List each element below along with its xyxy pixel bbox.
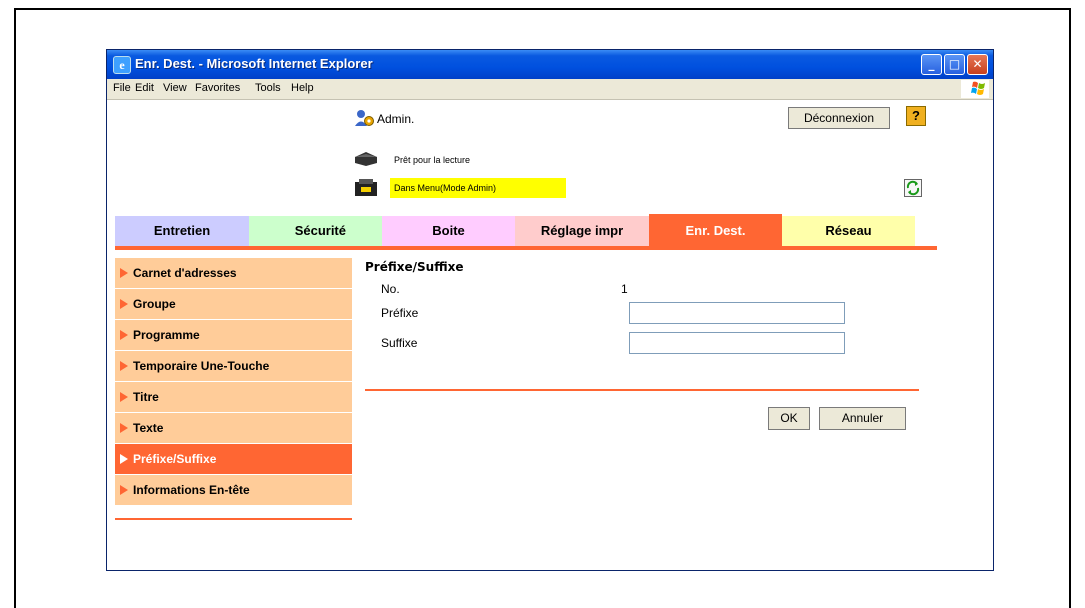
refresh-icon[interactable] (904, 179, 922, 197)
sidebar-item-prefixe-suffixe[interactable]: Préfixe/Suffixe (115, 444, 352, 475)
window-title: Enr. Dest. - Microsoft Internet Explorer (135, 56, 373, 71)
tab-underline (115, 246, 937, 250)
arrow-right-icon (120, 485, 128, 495)
form-divider (365, 389, 919, 391)
prefix-label: Préfixe (381, 306, 419, 320)
sidebar-item-label: Temporaire Une-Touche (133, 359, 270, 373)
logout-button[interactable]: Déconnexion (788, 107, 890, 129)
sidebar-item-label: Titre (133, 390, 159, 404)
sidebar-item-informations-entete[interactable]: Informations En-tête (115, 475, 352, 506)
title-bar[interactable]: e Enr. Dest. - Microsoft Internet Explor… (107, 50, 993, 79)
arrow-right-icon (120, 361, 128, 371)
sidebar-divider (115, 518, 352, 520)
tab-reglage-impr[interactable]: Réglage impr (515, 216, 649, 246)
arrow-right-icon (120, 423, 128, 433)
sidebar-item-titre[interactable]: Titre (115, 382, 352, 413)
status-ready-text: Prêt pour la lecture (394, 155, 471, 165)
sidebar-item-label: Texte (133, 421, 164, 435)
menu-file[interactable]: File (113, 82, 131, 94)
close-button[interactable]: ✕ (967, 54, 988, 75)
number-label: No. (381, 282, 400, 296)
printer-ready-icon (353, 151, 379, 167)
tab-boite[interactable]: Boite (382, 216, 515, 246)
ok-button[interactable]: OK (768, 407, 810, 430)
sidebar-item-temporaire[interactable]: Temporaire Une-Touche (115, 351, 352, 382)
page-content: Admin. Déconnexion ? Prêt pour la lectur… (107, 100, 993, 570)
status-mode-text: Dans Menu(Mode Admin) (394, 183, 497, 193)
number-value: 1 (621, 282, 628, 296)
menu-favorites[interactable]: Favorites (195, 82, 240, 94)
tab-enr-dest[interactable]: Enr. Dest. (649, 214, 782, 248)
arrow-right-icon (120, 392, 128, 402)
menu-help[interactable]: Help (291, 82, 314, 94)
browser-window: e Enr. Dest. - Microsoft Internet Explor… (106, 49, 994, 571)
arrow-right-icon (120, 299, 128, 309)
internet-explorer-icon: e (113, 56, 131, 74)
sidebar-item-groupe[interactable]: Groupe (115, 289, 352, 320)
user-label: Admin. (377, 112, 415, 126)
menu-view[interactable]: View (163, 82, 187, 94)
arrow-right-icon (120, 268, 128, 278)
arrow-right-icon (120, 454, 128, 464)
tab-securite[interactable]: Sécurité (249, 216, 382, 246)
sidebar-item-texte[interactable]: Texte (115, 413, 352, 444)
sidebar-menu: Carnet d'adresses Groupe Programme Tempo… (115, 258, 352, 506)
sidebar-item-label: Informations En-tête (133, 483, 250, 497)
main-tabs: Entretien Sécurité Boite Réglage impr En… (115, 214, 937, 248)
sidebar-item-label: Groupe (133, 297, 176, 311)
admin-user-icon (355, 109, 375, 127)
suffix-label: Suffixe (381, 336, 418, 350)
tab-reseau[interactable]: Réseau (782, 216, 915, 246)
sidebar-item-label: Préfixe/Suffixe (133, 452, 217, 466)
prefix-input[interactable] (629, 302, 845, 324)
sidebar-item-programme[interactable]: Programme (115, 320, 352, 351)
page-title: Préfixe/Suffixe (365, 260, 464, 274)
suffix-input[interactable] (629, 332, 845, 354)
cancel-button[interactable]: Annuler (819, 407, 906, 430)
printer-admin-icon (353, 178, 379, 198)
maximize-button[interactable]: □ (944, 54, 965, 75)
sidebar-item-label: Programme (133, 328, 200, 342)
sidebar-item-carnet-adresses[interactable]: Carnet d'adresses (115, 258, 352, 289)
menu-bar: File Edit View Favorites Tools Help (107, 79, 993, 100)
arrow-right-icon (120, 330, 128, 340)
tab-entretien[interactable]: Entretien (115, 216, 249, 246)
help-button[interactable]: ? (906, 106, 926, 126)
minimize-button[interactable]: _ (921, 54, 942, 75)
windows-logo-icon (961, 80, 989, 98)
menu-tools[interactable]: Tools (255, 82, 281, 94)
menu-edit[interactable]: Edit (135, 82, 154, 94)
sidebar-item-label: Carnet d'adresses (133, 266, 237, 280)
